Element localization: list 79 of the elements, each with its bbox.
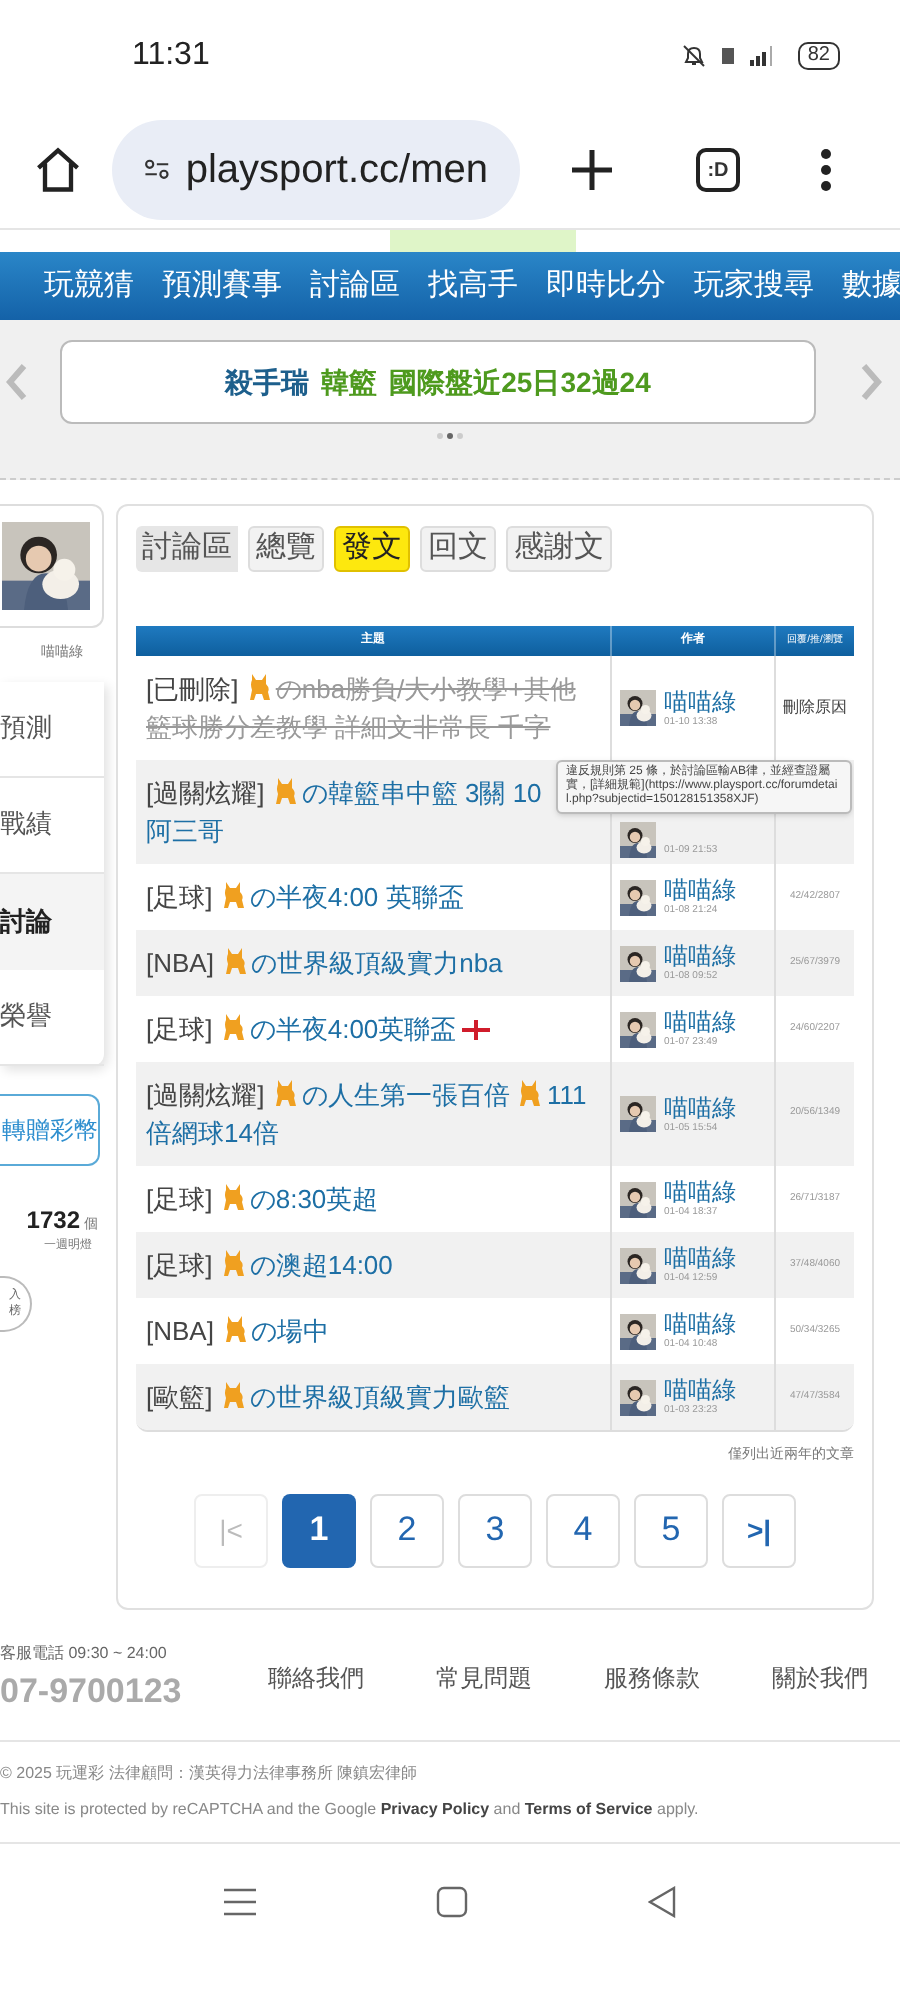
page-button[interactable]: 5 xyxy=(634,1493,708,1567)
author-link[interactable]: 喵喵綠 xyxy=(664,1093,736,1121)
footer-link[interactable]: 聯絡我們 xyxy=(268,1660,364,1697)
author-link[interactable]: 喵喵綠 xyxy=(664,1376,736,1404)
author-link[interactable]: 喵喵綠 xyxy=(664,1244,736,1272)
status-time: 11:31 xyxy=(132,36,210,76)
nav-item[interactable]: 討論區 xyxy=(310,263,400,309)
address-bar[interactable]: playsport.cc/men xyxy=(112,120,520,220)
banner-text: 國際盤近25日32過24 xyxy=(389,363,651,401)
topic-title[interactable]: [足球] の半夜4:00英聯盃 xyxy=(146,1010,491,1048)
filter-tab[interactable]: 發文 xyxy=(334,526,410,572)
topic-title[interactable]: [過關炫耀] の人生第一張百倍 111倍網球14倍 xyxy=(146,1076,600,1152)
site-settings-icon[interactable] xyxy=(144,156,170,184)
topic-title[interactable]: [過關炫耀] の韓籃串中籃 3關 10 阿三哥 xyxy=(146,774,542,850)
footer-link[interactable]: 常見問題 xyxy=(436,1660,532,1697)
last-page-button[interactable]: >| xyxy=(722,1493,796,1567)
home-icon[interactable] xyxy=(32,144,84,196)
topic-title[interactable]: [歐籃] の世界級頂級實力歐籃 xyxy=(146,1378,510,1416)
recaptcha-notice: This site is protected by reCAPTCHA and the Google Privacy Policy and Terms of Service apply. xyxy=(0,1798,701,1822)
sidebar-item[interactable]: 預測 xyxy=(0,681,104,777)
cat-icon xyxy=(221,946,250,976)
cat-icon xyxy=(219,1012,248,1042)
gift-coins-button[interactable]: 轉贈彩幣 xyxy=(0,1093,100,1165)
delete-reason-link[interactable]: 刪除原因 xyxy=(783,696,847,720)
author-link[interactable]: 喵喵綠 xyxy=(664,942,736,970)
banner-text: 殺手瑞 xyxy=(225,363,310,401)
banner-text: 韓籃 xyxy=(321,363,378,401)
cat-icon xyxy=(516,1078,545,1108)
filter-tab[interactable]: 感謝文 xyxy=(506,526,612,572)
author-link[interactable]: 喵喵綠 xyxy=(664,876,736,904)
page-button[interactable]: 1 xyxy=(282,1493,356,1567)
hotline-label: 客服電話 09:30 ~ 24:00 xyxy=(0,1641,169,1665)
filter-tab[interactable]: 總覽 xyxy=(248,526,324,572)
hotline-number: 07-9700123 xyxy=(0,1669,184,1713)
topic-title[interactable]: [已刪除] のnba勝負/大小教學+其他籃球勝分差教學 詳細文非常長 千字 xyxy=(146,670,600,746)
menu-icon[interactable] xyxy=(224,1888,256,1916)
topic-title[interactable]: [足球] の半夜4:00 英聯盃 xyxy=(146,878,464,916)
copyright-text: © 2025 玩運彩 法律顧問：漢英得力法律事務所 陳鎮宏律師 xyxy=(0,1762,420,1786)
battery-indicator: 82 xyxy=(797,42,840,70)
cat-icon xyxy=(271,776,300,806)
author-link[interactable]: 喵喵綠 xyxy=(664,687,736,715)
home-square-icon[interactable] xyxy=(436,1886,468,1918)
sidebar-item[interactable]: 討論 xyxy=(0,873,104,969)
author-link[interactable]: 喵喵綠 xyxy=(664,1310,736,1338)
cat-icon xyxy=(219,880,248,910)
page-button[interactable]: 3 xyxy=(458,1493,532,1567)
cat-icon xyxy=(219,1248,248,1278)
cat-icon xyxy=(245,672,274,702)
page-button[interactable]: 2 xyxy=(370,1493,444,1567)
author-link[interactable]: 喵喵綠 xyxy=(664,1008,736,1036)
breadcrumb-tab[interactable]: 討論區 xyxy=(136,526,238,572)
sidebar-item[interactable]: 榮譽 xyxy=(0,969,104,1065)
nav-item[interactable]: 即時比分 xyxy=(546,263,666,309)
nav-item[interactable]: 預測賽事 xyxy=(162,263,282,309)
filter-tab[interactable]: 回文 xyxy=(420,526,496,572)
back-icon[interactable] xyxy=(648,1886,676,1918)
carousel-dots-icon xyxy=(436,432,464,440)
cat-icon xyxy=(221,1314,250,1344)
author-link[interactable]: 喵喵綠 xyxy=(664,1178,736,1206)
topic-title[interactable]: [NBA] の場中 xyxy=(146,1312,330,1350)
tab-switcher-button[interactable]: :D xyxy=(696,148,740,192)
topic-title[interactable]: [足球] の8:30英超 xyxy=(146,1180,379,1218)
cat-icon xyxy=(219,1380,248,1410)
topic-title[interactable]: [足球] の澳超14:00 xyxy=(146,1246,393,1284)
topic-title[interactable]: [NBA] の世界級頂級實力nba xyxy=(146,944,503,982)
more-icon[interactable] xyxy=(820,148,832,192)
cat-icon xyxy=(271,1078,300,1108)
url-text: playsport.cc/men xyxy=(185,146,488,196)
plus-icon[interactable] xyxy=(568,146,616,194)
nav-item[interactable]: 玩家搜尋 xyxy=(694,263,814,309)
nav-item[interactable]: 找高手 xyxy=(428,263,518,309)
banner-card[interactable]: 殺手瑞 韓籃 國際盤近25日32過24 xyxy=(60,340,816,424)
bell-off-icon xyxy=(681,44,706,68)
footer-link[interactable]: 服務條款 xyxy=(604,1660,700,1697)
footer-link[interactable]: 關於我們 xyxy=(772,1660,868,1697)
coin-count: 1732 xyxy=(26,1203,80,1237)
cat-icon xyxy=(219,1182,248,1212)
nav-item[interactable]: 玩競猜 xyxy=(44,263,134,309)
page-button[interactable]: 4 xyxy=(546,1493,620,1567)
